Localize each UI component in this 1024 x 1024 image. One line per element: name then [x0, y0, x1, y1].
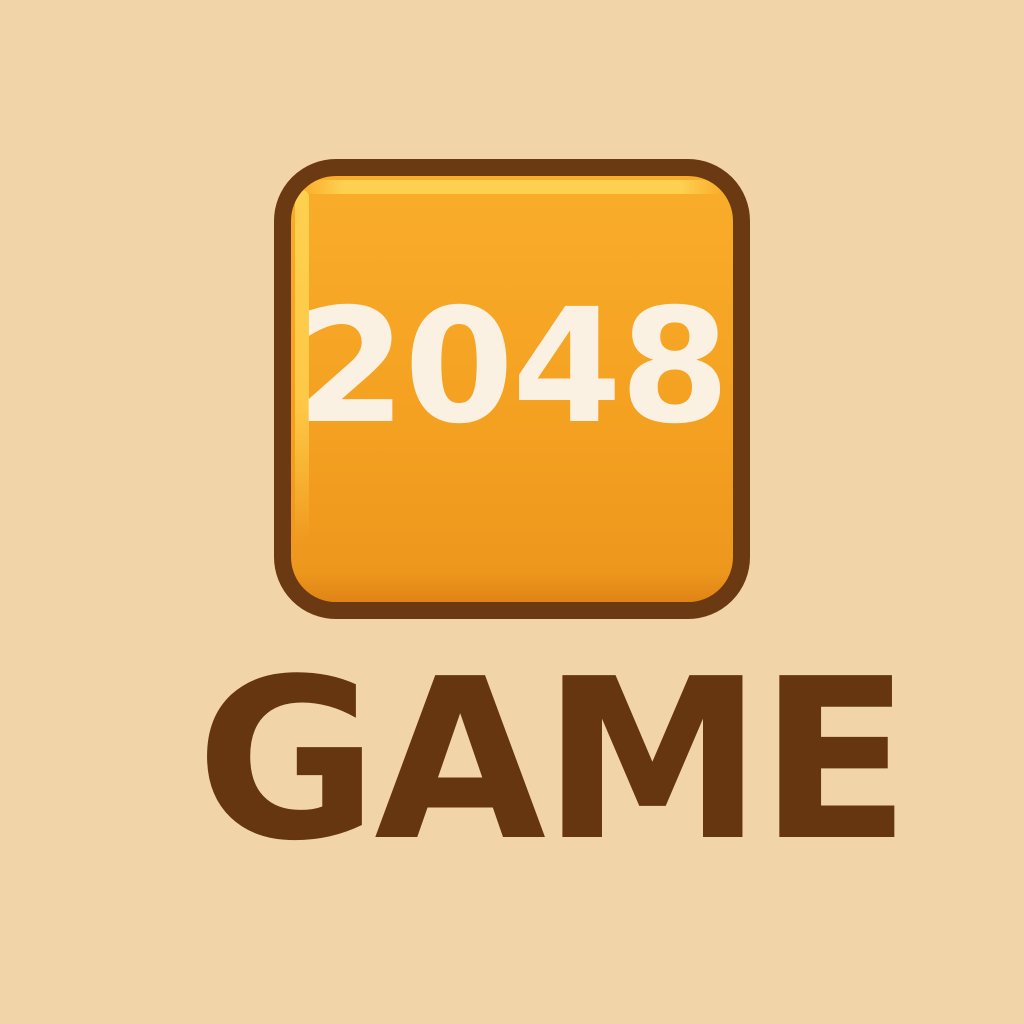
tile-shadow-bottom [291, 572, 733, 602]
tile-highlight-top [301, 180, 723, 194]
game-title: GAME [196, 632, 911, 890]
tile-number: 2048 [296, 275, 730, 459]
logo-tile-2048: 2048 [274, 159, 750, 619]
